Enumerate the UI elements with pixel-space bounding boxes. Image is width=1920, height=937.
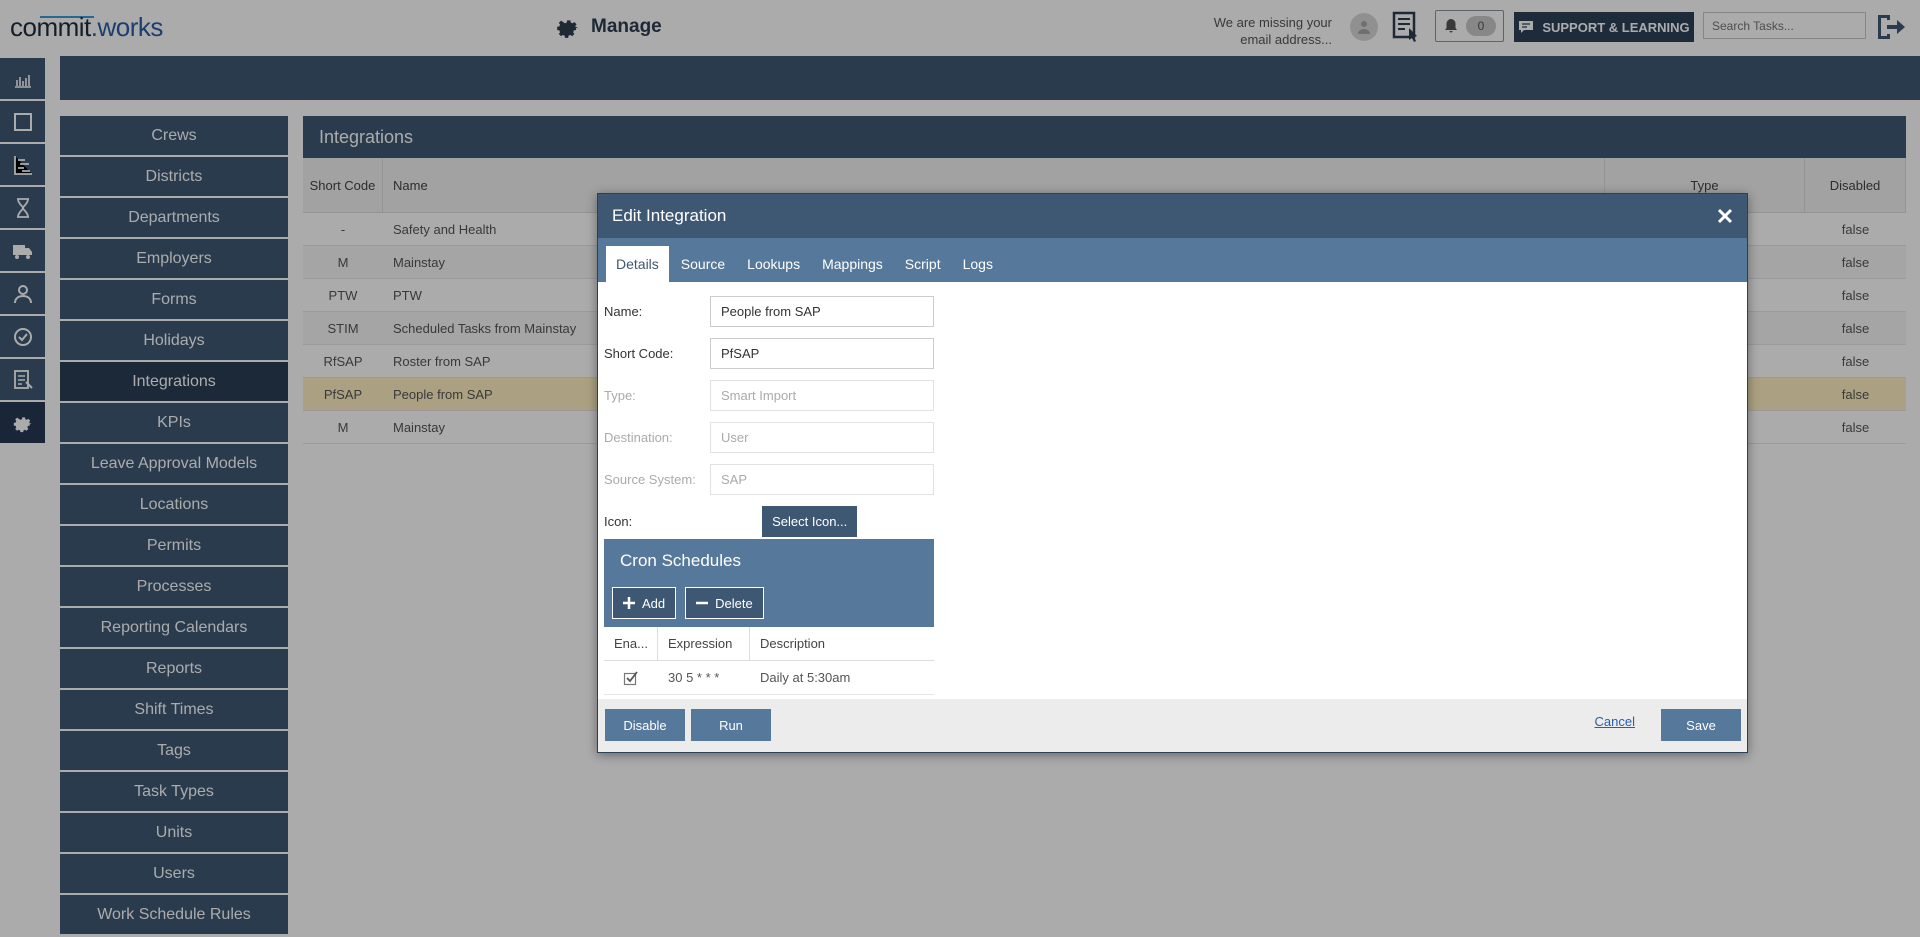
- dialog-title-bar: Edit Integration: [598, 194, 1747, 238]
- source-system-input: SAP: [710, 463, 934, 495]
- type-label: Type:: [604, 387, 636, 403]
- run-button[interactable]: Run: [691, 709, 771, 741]
- tab-source[interactable]: Source: [671, 246, 735, 282]
- close-icon[interactable]: [1713, 204, 1737, 228]
- tab-script[interactable]: Script: [895, 246, 951, 282]
- checkbox-checked-icon[interactable]: [623, 670, 639, 686]
- select-icon-button[interactable]: Select Icon...: [762, 505, 858, 537]
- disable-button[interactable]: Disable: [605, 709, 685, 741]
- icon-row: Icon: Select Icon...: [604, 500, 934, 542]
- destination-row: Destination: User: [604, 416, 934, 458]
- dialog-footer: Disable Run Cancel Save: [598, 699, 1747, 752]
- expression-cell: 30 5 * * *: [668, 670, 720, 685]
- cron-header: Cron Schedules Add Delete: [604, 539, 934, 627]
- source-system-label: Source System:: [604, 471, 696, 487]
- cron-grid-header: Ena... Expression Description: [604, 627, 934, 661]
- type-row: Type: Smart Import: [604, 374, 934, 416]
- dialog-title: Edit Integration: [612, 206, 727, 225]
- column-enabled[interactable]: Ena...: [604, 627, 658, 660]
- cron-schedules-section: Cron Schedules Add Delete Ena... Express…: [604, 539, 934, 695]
- plus-icon: [623, 597, 635, 609]
- tab-details[interactable]: Details: [606, 246, 669, 282]
- cron-title: Cron Schedules: [620, 551, 741, 570]
- tab-mappings[interactable]: Mappings: [812, 246, 893, 282]
- delete-schedule-button[interactable]: Delete: [685, 587, 764, 619]
- add-label: Add: [642, 595, 666, 611]
- save-button[interactable]: Save: [1661, 709, 1741, 741]
- dialog-tabs: Details Source Lookups Mappings Script L…: [598, 238, 1747, 282]
- short-code-label: Short Code:: [604, 345, 674, 361]
- description-cell: Daily at 5:30am: [760, 670, 851, 685]
- column-expression[interactable]: Expression: [658, 627, 750, 660]
- details-form: Name: People from SAP Short Code: PfSAP …: [604, 290, 934, 542]
- short-code-input[interactable]: PfSAP: [710, 337, 934, 369]
- edit-integration-dialog: Edit Integration Details Source Lookups …: [597, 193, 1748, 753]
- table-row[interactable]: 30 5 * * * Daily at 5:30am: [604, 661, 934, 695]
- icon-label: Icon:: [604, 513, 633, 529]
- destination-input: User: [710, 421, 934, 453]
- name-input[interactable]: People from SAP: [710, 295, 934, 327]
- enabled-cell[interactable]: [604, 661, 658, 694]
- destination-label: Destination:: [604, 429, 673, 445]
- add-schedule-button[interactable]: Add: [612, 587, 677, 619]
- short-code-row: Short Code: PfSAP: [604, 332, 934, 374]
- delete-label: Delete: [715, 595, 753, 611]
- tab-logs[interactable]: Logs: [953, 246, 1003, 282]
- cancel-link[interactable]: Cancel: [1595, 714, 1635, 729]
- minus-icon: [696, 601, 709, 605]
- source-system-row: Source System: SAP: [604, 458, 934, 500]
- cron-toolbar: Add Delete: [604, 583, 934, 623]
- type-input: Smart Import: [710, 379, 934, 411]
- name-row: Name: People from SAP: [604, 290, 934, 332]
- name-label: Name:: [604, 303, 643, 319]
- column-description[interactable]: Description: [750, 627, 934, 660]
- tab-lookups[interactable]: Lookups: [737, 246, 810, 282]
